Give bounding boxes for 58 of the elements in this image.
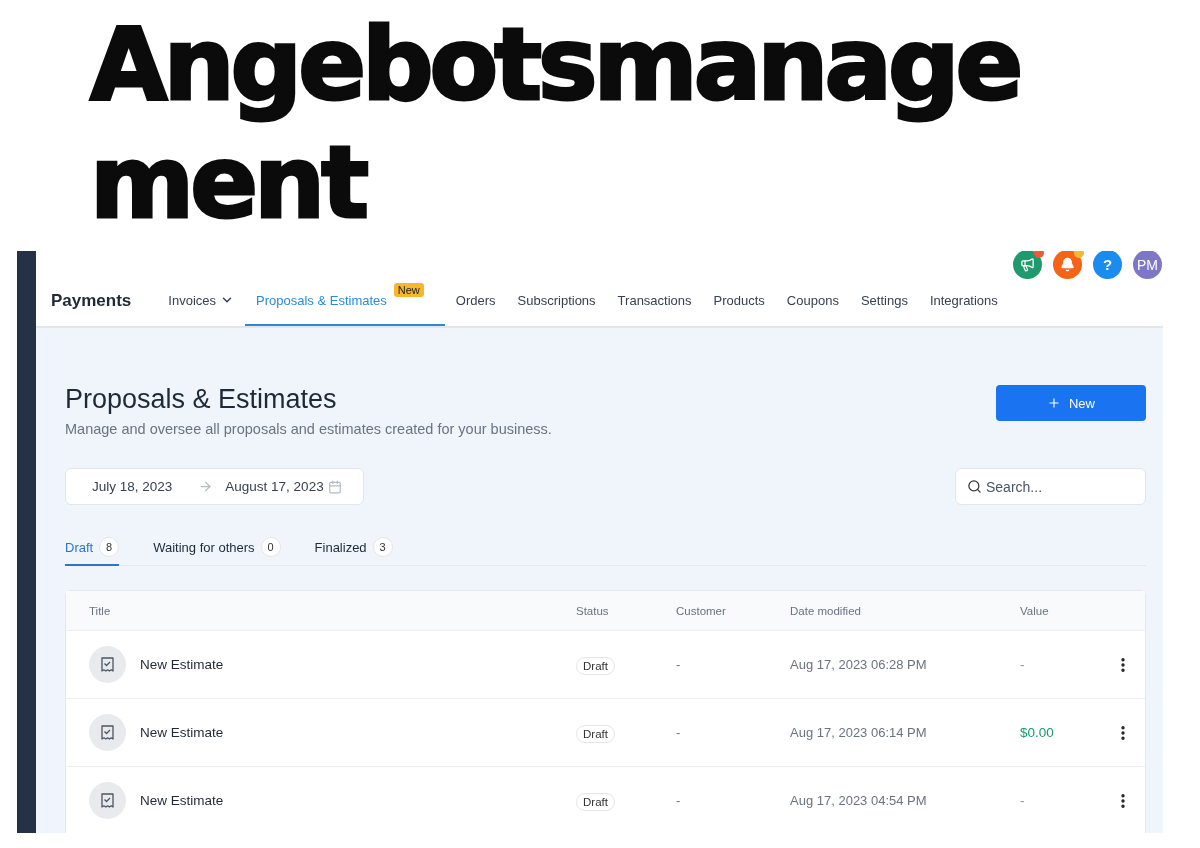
estimate-title: New Estimate — [140, 657, 224, 672]
avatar[interactable]: PM — [1133, 251, 1162, 279]
search-field[interactable]: Search... — [955, 468, 1146, 505]
headline: ment — [89, 124, 367, 242]
nav-tab[interactable]: Invoices — [157, 280, 246, 326]
notifications-button[interactable] — [1053, 251, 1082, 279]
nav-tab[interactable]: Settings — [849, 280, 919, 326]
column-header: Title — [89, 604, 112, 617]
customer-cell-text: - — [676, 793, 682, 808]
table-row[interactable]: New Estimate Draft - Aug 17, 2023 06:28 PM - — [66, 631, 1145, 699]
new-badge: New — [393, 283, 424, 297]
table-row[interactable]: New Estimate Draft - Aug 17, 2023 06:14 PM $0.00 — [66, 699, 1145, 767]
announcements-button[interactable] — [1013, 251, 1042, 279]
value-cell-text: - — [1020, 793, 1026, 808]
headline: Angebotsmanage — [89, 6, 1021, 124]
table-row[interactable]: New Estimate Draft - Aug 17, 2023 04:54 PM - — [66, 767, 1145, 833]
end-date: August 17, 2023 — [225, 479, 324, 494]
nav-tab[interactable]: Orders — [444, 280, 507, 326]
receipt-icon — [89, 646, 126, 683]
customer-cell-text: - — [676, 657, 682, 672]
count-badge: 3 — [372, 537, 393, 557]
customer-cell-text: - — [676, 725, 682, 740]
nav-tab[interactable]: Subscriptions — [506, 280, 607, 326]
count-badge: 8 — [99, 537, 120, 557]
plus-icon — [1047, 396, 1061, 410]
start-date: July 18, 2023 — [92, 479, 173, 494]
page-subtitle: Manage and oversee all proposals and estimates created for your business. — [65, 421, 552, 437]
estimate-title: New Estimate — [140, 725, 224, 740]
column-header: Date modified — [790, 604, 862, 617]
brand-title: Payments — [51, 291, 132, 311]
page-title: Proposals & Estimates — [65, 384, 338, 415]
value-cell-text: - — [1020, 657, 1026, 672]
new-button[interactable]: New — [996, 385, 1146, 421]
bell-icon — [1060, 257, 1075, 272]
date-cell-text: Aug 17, 2023 04:54 PM — [790, 793, 928, 808]
nav-tab[interactable]: Products — [702, 280, 776, 326]
count-badge: 0 — [260, 537, 281, 557]
search-icon — [967, 479, 982, 494]
status-tab[interactable]: Finalized 3 — [314, 537, 393, 566]
estimate-title: New Estimate — [140, 793, 224, 808]
nav-tab[interactable]: Proposals & Estimates New — [245, 280, 445, 326]
status-tab[interactable]: Waiting for others 0 — [153, 537, 281, 566]
column-header: Customer — [676, 604, 727, 617]
column-header: Value — [1020, 604, 1050, 617]
date-range-field[interactable]: July 18, 2023 August 17, 2023 — [65, 468, 364, 505]
receipt-icon — [89, 714, 126, 751]
nav-tab[interactable]: Transactions — [606, 280, 703, 326]
receipt-icon — [89, 782, 126, 819]
status-tab[interactable]: Draft 8 — [65, 537, 120, 566]
megaphone-icon — [1020, 257, 1035, 272]
date-cell-text: Aug 17, 2023 06:14 PM — [790, 725, 928, 740]
date-cell-text: Aug 17, 2023 06:28 PM — [790, 657, 928, 672]
arrow-right-icon — [198, 479, 214, 494]
calendar-icon — [327, 479, 342, 494]
value-cell-text: $0.00 — [1020, 725, 1055, 740]
nav-tab[interactable]: Integrations — [918, 280, 1009, 326]
nav-tab[interactable]: Coupons — [775, 280, 850, 326]
column-header: Status — [576, 604, 610, 617]
